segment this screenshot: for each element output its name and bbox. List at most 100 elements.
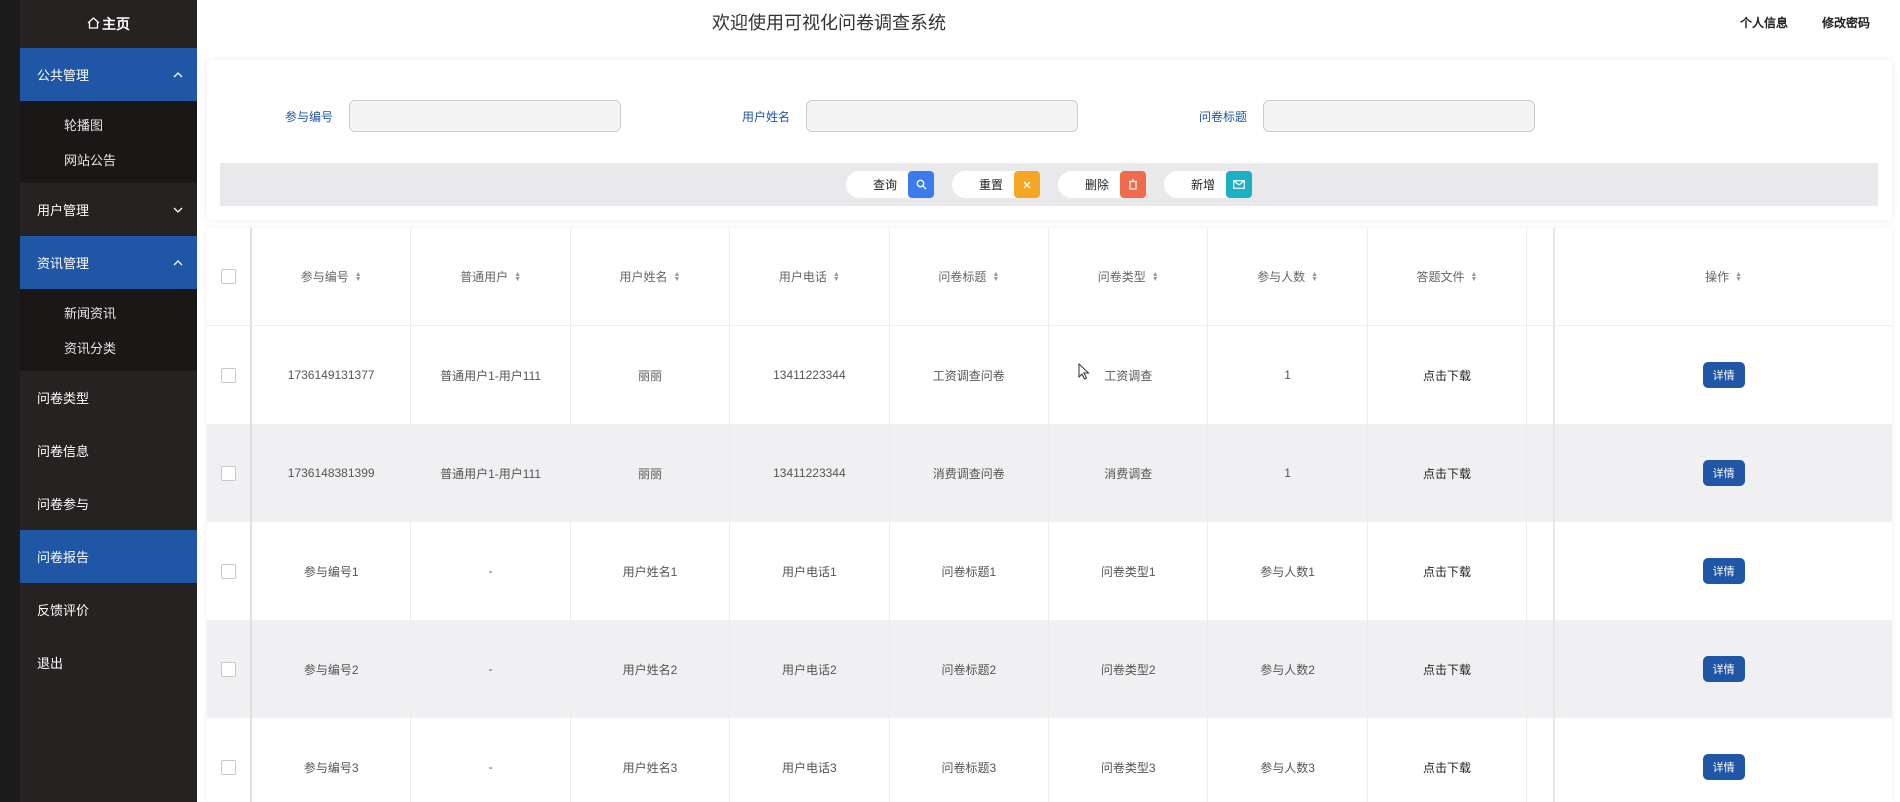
add-button-label: 新增 [1190, 178, 1215, 192]
sidebar-item-logout[interactable]: 退出 [20, 636, 197, 689]
cell-survey-type: 工资调查 [1049, 326, 1209, 424]
delete-button[interactable]: 删除 [1058, 171, 1146, 198]
cell-participants: 1 [1208, 424, 1368, 522]
cell-survey-title: 问卷标题2 [890, 620, 1049, 718]
row-select-cell [207, 424, 252, 522]
chevron-up-icon [171, 68, 185, 82]
row-spacer [1527, 424, 1556, 522]
search-label: 参与编号 [284, 109, 333, 124]
row-checkbox[interactable] [220, 661, 236, 677]
sidebar-item-news-management[interactable]: 资讯管理 [20, 236, 197, 289]
cell-username: 用户姓名1 [571, 522, 731, 620]
sidebar-item-carousel[interactable]: 轮播图 [20, 107, 197, 142]
header-select-cell [207, 228, 252, 325]
participation-id-input[interactable] [349, 100, 621, 132]
header-label: 答题文件 [1416, 270, 1465, 284]
row-select-cell [207, 522, 252, 620]
download-link[interactable]: 点击下载 [1368, 718, 1528, 802]
search-field-participation-id: 参与编号 [269, 100, 621, 132]
detail-button[interactable]: 详情 [1702, 460, 1745, 486]
sidebar-group-public: 公共管理 轮播图 网站公告 [20, 48, 197, 183]
select-all-checkbox[interactable] [220, 269, 236, 284]
sidebar-home-label: 主页 [102, 16, 130, 32]
query-button[interactable]: 查询 [846, 171, 934, 198]
sidebar-item-public-management[interactable]: 公共管理 [20, 48, 197, 101]
top-bar: 欢迎使用可视化问卷调查系统 个人信息 修改密码 [197, 0, 1900, 50]
header-label: 用户电话 [778, 270, 827, 284]
sort-icon: ▲ ▼ [1151, 270, 1159, 283]
sidebar-item-announcement[interactable]: 网站公告 [20, 142, 197, 177]
cell-survey-type: 问卷类型2 [1049, 620, 1209, 718]
header-participation-id[interactable]: 参与编号 ▲ ▼ [252, 228, 412, 325]
header-survey-title[interactable]: 问卷标题 ▲ ▼ [890, 228, 1049, 325]
search-label: 问卷标题 [1198, 109, 1247, 124]
sidebar-item-survey-info[interactable]: 问卷信息 [20, 424, 197, 477]
trash-icon [1120, 171, 1146, 198]
sidebar-item-survey-type[interactable]: 问卷类型 [20, 371, 197, 424]
search-panel: 参与编号 用户姓名 问卷标题 查询 重置 删除 新增 [207, 60, 1892, 220]
header-survey-type[interactable]: 问卷类型 ▲ ▼ [1049, 228, 1209, 325]
header-actions[interactable]: 操作 ▲ ▼ [1555, 228, 1892, 325]
row-select-cell [207, 326, 252, 424]
cell-participation-id: 1736148381399 [252, 424, 412, 522]
row-checkbox[interactable] [220, 367, 236, 383]
cell-participation-id: 1736149131377 [252, 326, 412, 424]
sidebar-group-news: 资讯管理 新闻资讯 资讯分类 [20, 236, 197, 371]
download-link[interactable]: 点击下载 [1368, 424, 1528, 522]
sort-icon: ▲ ▼ [1311, 270, 1319, 283]
download-link[interactable]: 点击下载 [1368, 326, 1528, 424]
cell-participants: 参与人数3 [1208, 718, 1368, 802]
row-checkbox[interactable] [220, 465, 236, 481]
reset-button[interactable]: 重置 [952, 171, 1040, 198]
sidebar-item-feedback[interactable]: 反馈评价 [20, 583, 197, 636]
row-spacer [1527, 620, 1556, 718]
username-input[interactable] [806, 100, 1078, 132]
sidebar-home[interactable]: 主页 [20, 0, 197, 48]
row-spacer [1527, 326, 1556, 424]
cell-phone: 用户电话3 [730, 718, 890, 802]
sort-icon: ▲ ▼ [992, 270, 1000, 283]
header-username[interactable]: 用户姓名 ▲ ▼ [571, 228, 731, 325]
cell-survey-type: 问卷类型3 [1049, 718, 1209, 802]
sort-icon: ▲ ▼ [673, 270, 681, 283]
cell-user: 普通用户1-用户111 [411, 424, 571, 522]
sort-icon: ▲ ▼ [1735, 270, 1743, 283]
row-spacer [1527, 522, 1556, 620]
cell-participants: 1 [1208, 326, 1368, 424]
cell-participants: 参与人数1 [1208, 522, 1368, 620]
sidebar-item-user-management[interactable]: 用户管理 [20, 183, 197, 236]
delete-button-label: 删除 [1084, 178, 1109, 192]
detail-button[interactable]: 详情 [1702, 656, 1745, 682]
cell-username: 用户姓名3 [571, 718, 731, 802]
detail-button[interactable]: 详情 [1702, 754, 1745, 780]
add-button[interactable]: 新增 [1164, 171, 1252, 198]
sidebar-item-news[interactable]: 新闻资讯 [20, 295, 197, 330]
cell-username: 用户姓名2 [571, 620, 731, 718]
header-user[interactable]: 普通用户 ▲ ▼ [411, 228, 571, 325]
cell-username: 丽丽 [571, 424, 731, 522]
download-link[interactable]: 点击下载 [1368, 620, 1528, 718]
row-spacer [1527, 718, 1556, 802]
header-participants[interactable]: 参与人数 ▲ ▼ [1208, 228, 1368, 325]
sidebar-item-news-category[interactable]: 资讯分类 [20, 330, 197, 365]
row-checkbox[interactable] [220, 563, 236, 579]
header-phone[interactable]: 用户电话 ▲ ▼ [730, 228, 890, 325]
cell-phone: 13411223344 [730, 424, 890, 522]
row-checkbox[interactable] [220, 759, 236, 775]
close-icon [1014, 171, 1040, 198]
mouse-cursor-icon [1078, 362, 1090, 381]
header-answer-file[interactable]: 答题文件 ▲ ▼ [1368, 228, 1528, 325]
sidebar-group-label: 用户管理 [37, 203, 90, 218]
survey-title-input[interactable] [1263, 100, 1535, 132]
cell-participants: 参与人数2 [1208, 620, 1368, 718]
cell-phone: 用户电话1 [730, 522, 890, 620]
sidebar-item-survey-participation[interactable]: 问卷参与 [20, 477, 197, 530]
detail-button[interactable]: 详情 [1702, 558, 1745, 584]
query-button-label: 查询 [872, 178, 897, 192]
profile-link[interactable]: 个人信息 [1740, 14, 1788, 31]
download-link[interactable]: 点击下载 [1368, 522, 1528, 620]
change-password-link[interactable]: 修改密码 [1822, 14, 1870, 31]
sidebar-item-survey-report[interactable]: 问卷报告 [20, 530, 197, 583]
sort-icon: ▲ ▼ [1470, 270, 1478, 283]
detail-button[interactable]: 详情 [1702, 362, 1745, 388]
